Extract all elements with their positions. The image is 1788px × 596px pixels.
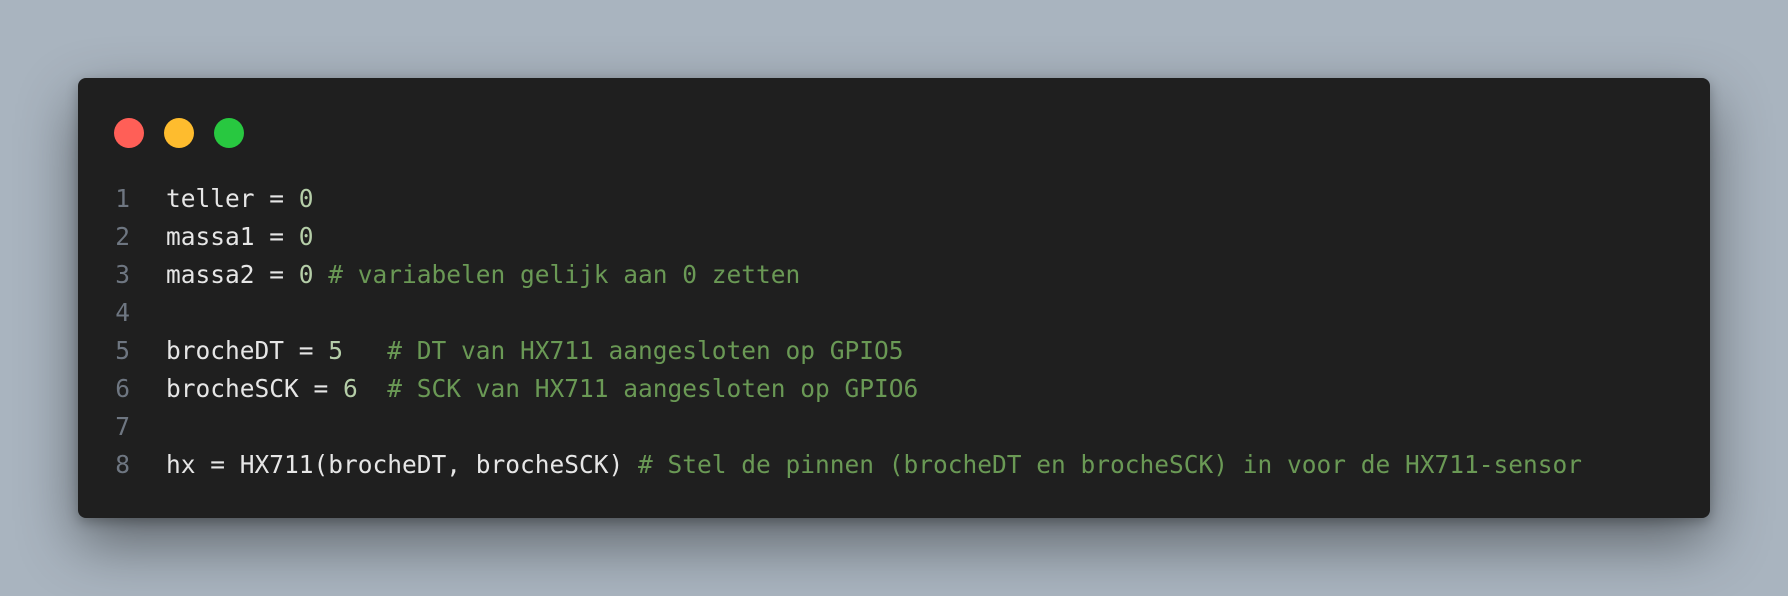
code-comment: # Stel de pinnen (brocheDT en brocheSCK)… — [623, 450, 1583, 479]
line-number: 1 — [115, 184, 130, 213]
code-statement: massa2 = — [166, 260, 299, 289]
code-text: massa1 = 0 — [130, 218, 314, 256]
code-comment: # SCK van HX711 aangesloten op GPIO6 — [357, 374, 919, 403]
line-number: 4 — [115, 298, 130, 327]
code-statement: brocheSCK = — [166, 374, 344, 403]
line-number: 2 — [115, 222, 130, 251]
code-statement: hx = HX711(brocheDT, brocheSCK) — [166, 450, 624, 479]
code-line: 4 — [78, 294, 1710, 332]
code-number: 0 — [298, 184, 314, 213]
code-number: 0 — [298, 260, 314, 289]
code-line: 5 brocheDT = 5 # DT van HX711 aangeslote… — [78, 332, 1710, 370]
code-number: 6 — [343, 374, 358, 403]
code-line: 7 — [78, 408, 1710, 446]
code-line: 6 brocheSCK = 6 # SCK van HX711 aangeslo… — [78, 370, 1710, 408]
code-statement: massa1 = — [166, 222, 299, 251]
code-text: hx = HX711(brocheDT, brocheSCK) # Stel d… — [130, 446, 1582, 484]
code-line: 8 hx = HX711(brocheDT, brocheSCK) # Stel… — [78, 446, 1710, 484]
line-number: 3 — [115, 260, 130, 289]
code-comment: # variabelen gelijk aan 0 zetten — [313, 260, 801, 289]
window-controls — [114, 118, 244, 148]
code-line: 3 massa2 = 0 # variabelen gelijk aan 0 z… — [78, 256, 1710, 294]
line-number: 7 — [115, 412, 130, 441]
line-number: 8 — [115, 450, 130, 479]
code-window: 1 teller = 0 2 massa1 = 0 3 massa2 = 0 #… — [78, 78, 1710, 518]
code-statement: teller = — [166, 184, 299, 213]
code-line: 1 teller = 0 — [78, 180, 1710, 218]
minimize-dot-icon[interactable] — [164, 118, 194, 148]
code-text: teller = 0 — [130, 180, 314, 218]
close-dot-icon[interactable] — [114, 118, 144, 148]
code-statement: brocheDT = — [166, 336, 329, 365]
code-text: brocheDT = 5 # DT van HX711 aangesloten … — [130, 332, 904, 370]
code-text: brocheSCK = 6 # SCK van HX711 aangeslote… — [130, 370, 918, 408]
code-number: 5 — [328, 336, 344, 365]
line-number: 5 — [115, 336, 130, 365]
maximize-dot-icon[interactable] — [214, 118, 244, 148]
code-comment: # DT van HX711 aangesloten op GPIO5 — [343, 336, 904, 365]
code-block: 1 teller = 0 2 massa1 = 0 3 massa2 = 0 #… — [78, 180, 1710, 484]
line-number: 6 — [115, 374, 130, 403]
code-number: 0 — [298, 222, 314, 251]
code-line: 2 massa1 = 0 — [78, 218, 1710, 256]
code-text: massa2 = 0 # variabelen gelijk aan 0 zet… — [130, 256, 800, 294]
